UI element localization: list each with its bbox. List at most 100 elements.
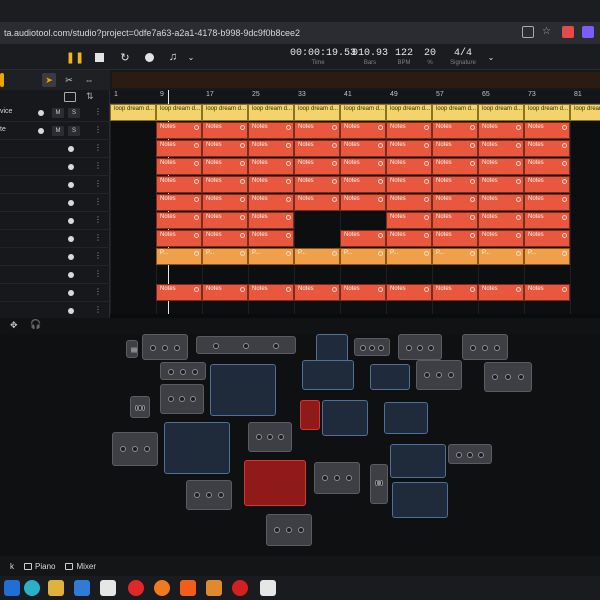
- chevron-down-icon[interactable]: ⌄: [484, 50, 498, 64]
- brave-icon[interactable]: [180, 580, 196, 596]
- notes-clip[interactable]: Notes: [524, 284, 570, 301]
- knob[interactable]: [448, 372, 454, 379]
- notes-clip[interactable]: Notes: [248, 212, 294, 229]
- device-display[interactable]: [370, 364, 410, 390]
- notes-clip[interactable]: Notes: [478, 158, 524, 175]
- notes-clip[interactable]: Notes: [432, 194, 478, 211]
- device-module[interactable]: [266, 514, 312, 546]
- track-header[interactable]: te M S ⋮: [0, 122, 110, 140]
- track-enable-dot[interactable]: [68, 200, 74, 206]
- arrangement-overview[interactable]: [112, 72, 600, 88]
- knob[interactable]: [322, 475, 328, 481]
- loop-clip[interactable]: loop dream d...: [202, 104, 248, 121]
- notes-clip[interactable]: Notes: [432, 212, 478, 229]
- orange-clip[interactable]: P...: [156, 248, 202, 265]
- notes-clip[interactable]: Notes: [248, 194, 294, 211]
- device-display[interactable]: [390, 444, 446, 478]
- track-enable-dot[interactable]: [68, 146, 74, 152]
- track-header[interactable]: ⋮: [0, 230, 110, 248]
- more-options-icon[interactable]: ⋮: [94, 107, 102, 116]
- loop-clip[interactable]: loop dream d...: [570, 104, 600, 121]
- orange-clip[interactable]: P...: [294, 248, 340, 265]
- device-red-unit[interactable]: [244, 460, 306, 506]
- more-options-icon[interactable]: ⋮: [94, 197, 102, 206]
- record-button[interactable]: [142, 50, 156, 64]
- knob[interactable]: [190, 396, 197, 403]
- knob[interactable]: [334, 475, 340, 481]
- track-enable-dot[interactable]: [68, 272, 74, 278]
- notes-clip[interactable]: Notes: [524, 176, 570, 193]
- loop-clip[interactable]: loop dream d...: [156, 104, 202, 121]
- notes-clip[interactable]: Notes: [386, 176, 432, 193]
- notes-clip[interactable]: Notes: [156, 122, 202, 139]
- knob[interactable]: [455, 452, 462, 459]
- track-enable-dot[interactable]: [68, 218, 74, 224]
- notes-clip[interactable]: Notes: [432, 284, 478, 301]
- loop-clip[interactable]: loop dream d...: [524, 104, 570, 121]
- track-enable-dot[interactable]: [38, 110, 44, 116]
- bottom-tab[interactable]: Piano: [24, 562, 55, 571]
- knob[interactable]: [346, 475, 352, 481]
- track-enable-dot[interactable]: [68, 164, 74, 170]
- knob[interactable]: [424, 372, 430, 379]
- track-header[interactable]: ⋮: [0, 176, 110, 194]
- notes-clip[interactable]: Notes: [524, 230, 570, 247]
- notes-clip[interactable]: Notes: [386, 140, 432, 157]
- notes-clip[interactable]: Notes: [248, 176, 294, 193]
- knob[interactable]: [368, 345, 375, 352]
- notes-clip[interactable]: Notes: [386, 230, 432, 247]
- device-module[interactable]: [160, 362, 206, 380]
- device-display[interactable]: [164, 422, 230, 474]
- loop-button[interactable]: ↻: [118, 50, 132, 64]
- notes-clip[interactable]: Notes: [478, 122, 524, 139]
- firefox-icon[interactable]: [154, 580, 170, 596]
- notes-clip[interactable]: Notes: [202, 140, 248, 157]
- knob[interactable]: [274, 527, 280, 533]
- loop-clip[interactable]: loop dream d...: [432, 104, 478, 121]
- device-module[interactable]: [370, 464, 388, 504]
- notes-clip[interactable]: Notes: [340, 158, 386, 175]
- more-options-icon[interactable]: ⋮: [94, 233, 102, 242]
- notes-clip[interactable]: Notes: [248, 140, 294, 157]
- store-icon[interactable]: [100, 580, 116, 596]
- notes-clip[interactable]: Notes: [524, 158, 570, 175]
- orange-clip[interactable]: P...: [478, 248, 524, 265]
- knob[interactable]: [377, 345, 384, 352]
- notes-clip[interactable]: Notes: [156, 212, 202, 229]
- orange-clip[interactable]: P...: [524, 248, 570, 265]
- notes-clip[interactable]: Notes: [386, 212, 432, 229]
- notes-clip[interactable]: Notes: [294, 284, 340, 301]
- device-module[interactable]: [398, 334, 442, 360]
- knob[interactable]: [298, 527, 304, 533]
- notes-clip[interactable]: Notes: [432, 230, 478, 247]
- notes-clip[interactable]: Notes: [294, 140, 340, 157]
- opera-icon[interactable]: [128, 580, 144, 596]
- add-track-icon[interactable]: [64, 92, 76, 102]
- notes-clip[interactable]: Notes: [478, 176, 524, 193]
- knob[interactable]: [120, 445, 126, 452]
- more-options-icon[interactable]: ⋮: [94, 143, 102, 152]
- metronome-button[interactable]: ♫: [166, 50, 180, 64]
- loop-clip[interactable]: loop dream d...: [386, 104, 432, 121]
- loop-clip[interactable]: loop dream d...: [294, 104, 340, 121]
- timeline-ruler[interactable]: 1 9 17 25 33 41 49 57 65 73 81: [110, 90, 600, 104]
- notes-clip[interactable]: Notes: [340, 284, 386, 301]
- extension-icon[interactable]: [562, 26, 574, 38]
- knob[interactable]: [168, 369, 174, 376]
- knob[interactable]: [180, 369, 186, 376]
- orange-clip[interactable]: P...: [340, 248, 386, 265]
- track-enable-dot[interactable]: [68, 182, 74, 188]
- mute-button[interactable]: M: [52, 126, 64, 136]
- orange-clip[interactable]: P...: [202, 248, 248, 265]
- track-header[interactable]: ⋮: [0, 158, 110, 176]
- pointer-tool-icon[interactable]: ➤: [42, 73, 56, 87]
- notes-clip[interactable]: Notes: [386, 158, 432, 175]
- track-enable-dot[interactable]: [68, 290, 74, 296]
- more-options-icon[interactable]: ⋮: [94, 269, 102, 278]
- orange-clip[interactable]: P...: [248, 248, 294, 265]
- device-module[interactable]: [448, 444, 492, 464]
- track-color-tab[interactable]: [0, 73, 4, 87]
- device-module[interactable]: [484, 362, 532, 392]
- notes-clip[interactable]: Notes: [156, 284, 202, 301]
- knob[interactable]: [492, 374, 499, 381]
